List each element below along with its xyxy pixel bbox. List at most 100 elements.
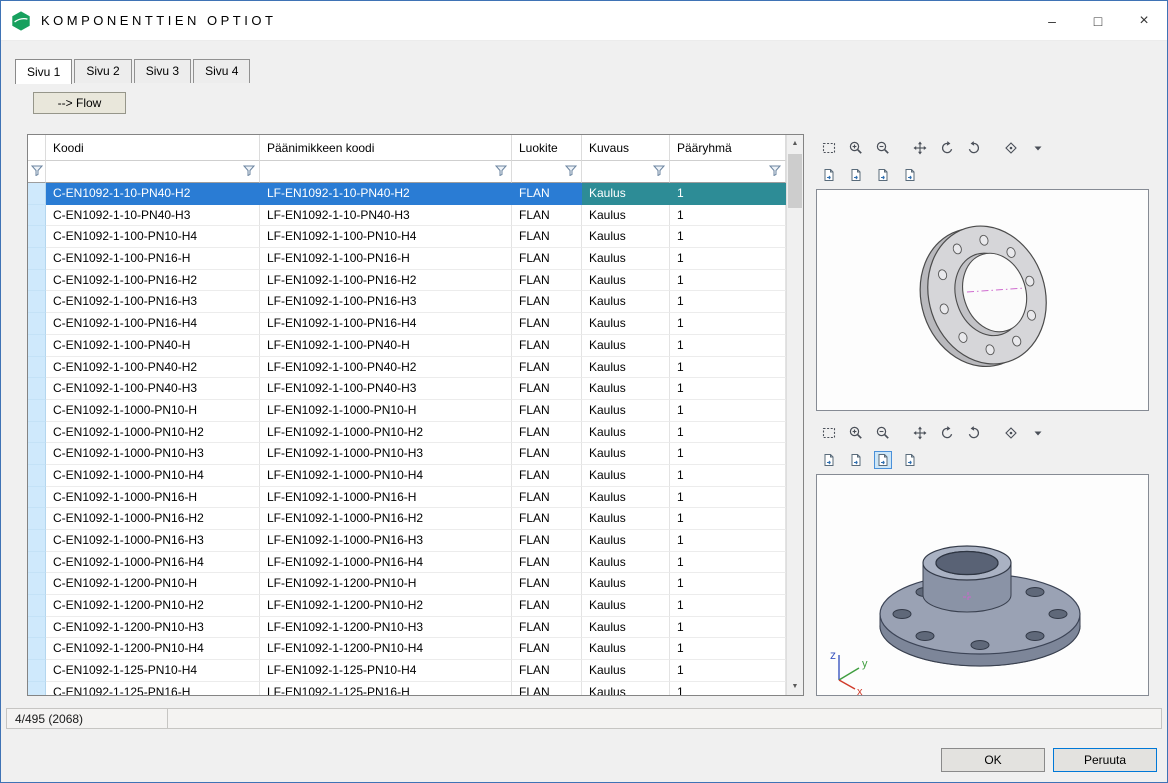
table-row[interactable]: C-EN1092-1-125-PN10-H4LF-EN1092-1-125-PN… (28, 660, 786, 682)
table-cell[interactable]: C-EN1092-1-1000-PN10-H2 (46, 422, 260, 444)
table-cell[interactable]: 1 (670, 357, 786, 379)
table-cell[interactable]: 1 (670, 400, 786, 422)
rotate-cw-icon[interactable] (965, 424, 983, 442)
filter-icon[interactable] (769, 163, 781, 181)
tab-sivu-4[interactable]: Sivu 4 (193, 59, 250, 83)
table-cell[interactable]: FLAN (512, 291, 582, 313)
table-cell[interactable]: LF-EN1092-1-100-PN16-H (260, 248, 512, 270)
table-cell[interactable]: Kaulus (582, 291, 670, 313)
table-cell[interactable]: FLAN (512, 226, 582, 248)
table-cell[interactable]: FLAN (512, 465, 582, 487)
table-cell[interactable]: Kaulus (582, 313, 670, 335)
filter-icon[interactable] (31, 163, 43, 181)
table-cell[interactable]: FLAN (512, 682, 582, 695)
table-cell[interactable]: C-EN1092-1-1200-PN10-H2 (46, 595, 260, 617)
table-cell[interactable]: LF-EN1092-1-10-PN40-H3 (260, 205, 512, 227)
table-cell[interactable]: C-EN1092-1-1000-PN16-H4 (46, 552, 260, 574)
table-cell[interactable]: 1 (670, 508, 786, 530)
table-cell[interactable]: LF-EN1092-1-100-PN16-H3 (260, 291, 512, 313)
table-cell[interactable]: C-EN1092-1-100-PN16-H4 (46, 313, 260, 335)
table-row[interactable]: C-EN1092-1-100-PN40-H2LF-EN1092-1-100-PN… (28, 357, 786, 379)
table-cell[interactable]: FLAN (512, 552, 582, 574)
table-cell[interactable]: FLAN (512, 422, 582, 444)
view-3-icon[interactable] (874, 166, 892, 184)
table-row[interactable]: C-EN1092-1-100-PN40-HLF-EN1092-1-100-PN4… (28, 335, 786, 357)
table-row[interactable]: C-EN1092-1-10-PN40-H3LF-EN1092-1-10-PN40… (28, 205, 786, 227)
table-cell[interactable]: FLAN (512, 595, 582, 617)
close-button[interactable]: × (1121, 1, 1167, 40)
table-cell[interactable]: Kaulus (582, 530, 670, 552)
table-cell[interactable]: FLAN (512, 530, 582, 552)
table-cell[interactable]: 1 (670, 183, 786, 205)
zoom-out-icon[interactable] (874, 139, 892, 157)
view-2-icon[interactable] (847, 451, 865, 469)
table-cell[interactable]: FLAN (512, 205, 582, 227)
table-cell[interactable]: Kaulus (582, 595, 670, 617)
titlebar[interactable]: KOMPONENTTIEN OPTIOT – □ × (1, 1, 1167, 41)
table-cell[interactable]: C-EN1092-1-100-PN40-H3 (46, 378, 260, 400)
table-cell[interactable]: C-EN1092-1-125-PN10-H4 (46, 660, 260, 682)
dropdown-caret-icon[interactable] (1029, 139, 1047, 157)
table-cell[interactable]: FLAN (512, 313, 582, 335)
view-2-icon[interactable] (847, 166, 865, 184)
view-3-icon[interactable] (874, 451, 892, 469)
rotate-cw-icon[interactable] (965, 139, 983, 157)
table-cell[interactable]: C-EN1092-1-10-PN40-H2 (46, 183, 260, 205)
table-cell[interactable]: 1 (670, 465, 786, 487)
table-cell[interactable]: LF-EN1092-1-125-PN16-H (260, 682, 512, 695)
table-cell[interactable]: FLAN (512, 270, 582, 292)
table-row[interactable]: C-EN1092-1-1000-PN10-HLF-EN1092-1-1000-P… (28, 400, 786, 422)
table-cell[interactable]: LF-EN1092-1-1200-PN10-H3 (260, 617, 512, 639)
table-cell[interactable]: LF-EN1092-1-1200-PN10-H (260, 573, 512, 595)
table-cell[interactable]: 1 (670, 378, 786, 400)
table-cell[interactable]: LF-EN1092-1-1000-PN16-H4 (260, 552, 512, 574)
table-cell[interactable]: Kaulus (582, 573, 670, 595)
table-cell[interactable]: Kaulus (582, 357, 670, 379)
table-cell[interactable]: C-EN1092-1-1200-PN10-H (46, 573, 260, 595)
ok-button[interactable]: OK (941, 748, 1045, 772)
table-row[interactable]: C-EN1092-1-100-PN16-H2LF-EN1092-1-100-PN… (28, 270, 786, 292)
table-cell[interactable]: FLAN (512, 357, 582, 379)
zoom-in-icon[interactable] (847, 139, 865, 157)
table-cell[interactable]: Kaulus (582, 400, 670, 422)
table-cell[interactable]: LF-EN1092-1-1200-PN10-H2 (260, 595, 512, 617)
column-header-koodi[interactable]: Koodi (46, 135, 260, 161)
column-header-paaryhma[interactable]: Pääryhmä (670, 135, 786, 161)
table-cell[interactable]: Kaulus (582, 465, 670, 487)
tab-sivu-2[interactable]: Sivu 2 (74, 59, 131, 83)
column-header-kuvaus[interactable]: Kuvaus (582, 135, 670, 161)
table-row[interactable]: C-EN1092-1-1000-PN10-H3LF-EN1092-1-1000-… (28, 443, 786, 465)
table-cell[interactable]: C-EN1092-1-10-PN40-H3 (46, 205, 260, 227)
table-cell[interactable]: C-EN1092-1-100-PN40-H (46, 335, 260, 357)
table-cell[interactable]: Kaulus (582, 682, 670, 695)
table-cell[interactable]: LF-EN1092-1-100-PN16-H2 (260, 270, 512, 292)
table-cell[interactable]: 1 (670, 248, 786, 270)
table-row[interactable]: C-EN1092-1-1200-PN10-H3LF-EN1092-1-1200-… (28, 617, 786, 639)
table-cell[interactable]: C-EN1092-1-100-PN10-H4 (46, 226, 260, 248)
table-cell[interactable]: 1 (670, 443, 786, 465)
table-cell[interactable]: 1 (670, 573, 786, 595)
table-cell[interactable]: 1 (670, 660, 786, 682)
table-cell[interactable]: Kaulus (582, 378, 670, 400)
table-row[interactable]: C-EN1092-1-1200-PN10-H4LF-EN1092-1-1200-… (28, 638, 786, 660)
table-cell[interactable]: FLAN (512, 508, 582, 530)
table-cell[interactable]: FLAN (512, 335, 582, 357)
column-header-luokite[interactable]: Luokite (512, 135, 582, 161)
table-row[interactable]: C-EN1092-1-1000-PN10-H4LF-EN1092-1-1000-… (28, 465, 786, 487)
table-row[interactable]: C-EN1092-1-10-PN40-H2LF-EN1092-1-10-PN40… (28, 183, 786, 205)
grid-vertical-scrollbar[interactable]: ▲ ▼ (786, 135, 803, 695)
table-cell[interactable]: LF-EN1092-1-10-PN40-H2 (260, 183, 512, 205)
table-cell[interactable]: Kaulus (582, 508, 670, 530)
origin-icon[interactable] (1002, 424, 1020, 442)
table-cell[interactable]: Kaulus (582, 335, 670, 357)
table-cell[interactable]: C-EN1092-1-1000-PN10-H4 (46, 465, 260, 487)
table-row[interactable]: C-EN1092-1-1000-PN10-H2LF-EN1092-1-1000-… (28, 422, 786, 444)
pan-icon[interactable] (911, 424, 929, 442)
table-cell[interactable]: Kaulus (582, 443, 670, 465)
table-cell[interactable]: FLAN (512, 617, 582, 639)
table-cell[interactable]: 1 (670, 270, 786, 292)
table-cell[interactable]: Kaulus (582, 638, 670, 660)
table-cell[interactable]: C-EN1092-1-1200-PN10-H4 (46, 638, 260, 660)
table-row[interactable]: C-EN1092-1-1200-PN10-HLF-EN1092-1-1200-P… (28, 573, 786, 595)
column-header-paanimikkeen-koodi[interactable]: Päänimikkeen koodi (260, 135, 512, 161)
